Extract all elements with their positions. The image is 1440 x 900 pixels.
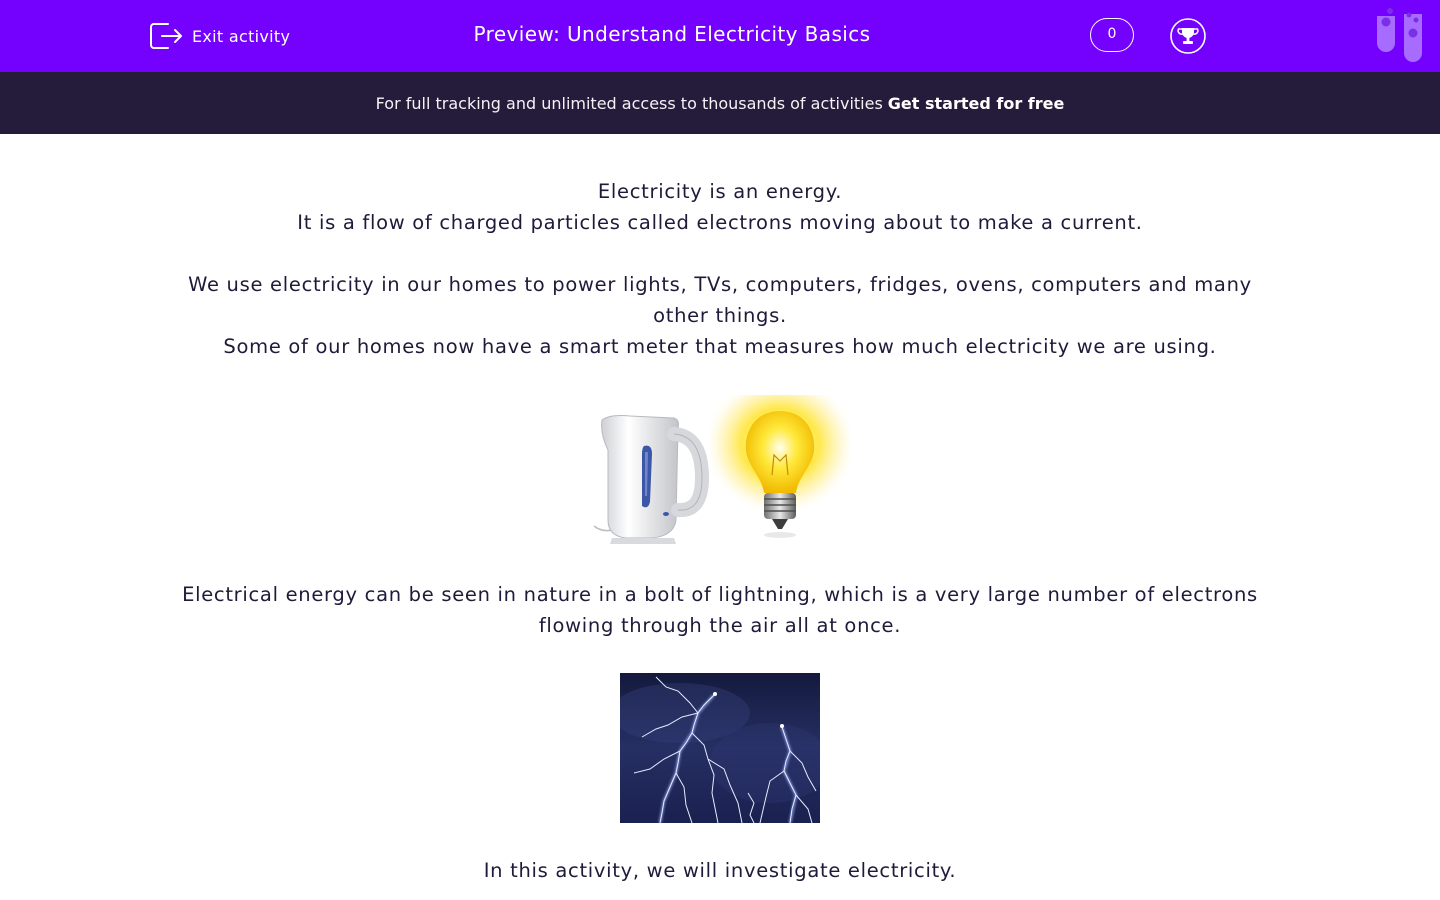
intro-line-6: In this activity, we will investigate el…	[483, 859, 957, 882]
intro-line-4: Some of our homes now have a smart meter…	[223, 335, 1217, 358]
test-tubes-logo-icon	[1377, 6, 1422, 62]
exit-activity-label: Exit activity	[192, 26, 291, 46]
intro-line-5: Electrical energy can be seen in nature …	[182, 583, 1258, 637]
trophy-icon[interactable]	[1170, 18, 1206, 54]
exit-icon	[150, 23, 182, 49]
lightning-image	[610, 673, 830, 824]
kettle-image	[593, 415, 710, 544]
intro-line-2: It is a flow of charged particles called…	[297, 211, 1143, 234]
lightning-figure	[610, 673, 830, 824]
intro-line-1: Electricity is an energy.	[597, 180, 843, 203]
signup-banner: For full tracking and unlimited access t…	[0, 72, 1440, 134]
appliances-figure	[160, 395, 1280, 545]
banner-text: For full tracking and unlimited access t…	[375, 93, 883, 113]
top-bar: Exit activity Preview: Understand Electr…	[0, 0, 1440, 72]
score-badge: 0	[1090, 18, 1134, 52]
exit-activity-button[interactable]: Exit activity	[148, 20, 290, 52]
get-started-link[interactable]: Get started for free	[888, 94, 1065, 113]
page-title: Preview: Understand Electricity Basics	[473, 22, 871, 46]
intro-line-3: We use electricity in our homes to power…	[188, 273, 1252, 327]
intro-content: Electricity is an energy. It is a flow o…	[160, 176, 1280, 886]
light-bulb-image	[710, 395, 850, 538]
